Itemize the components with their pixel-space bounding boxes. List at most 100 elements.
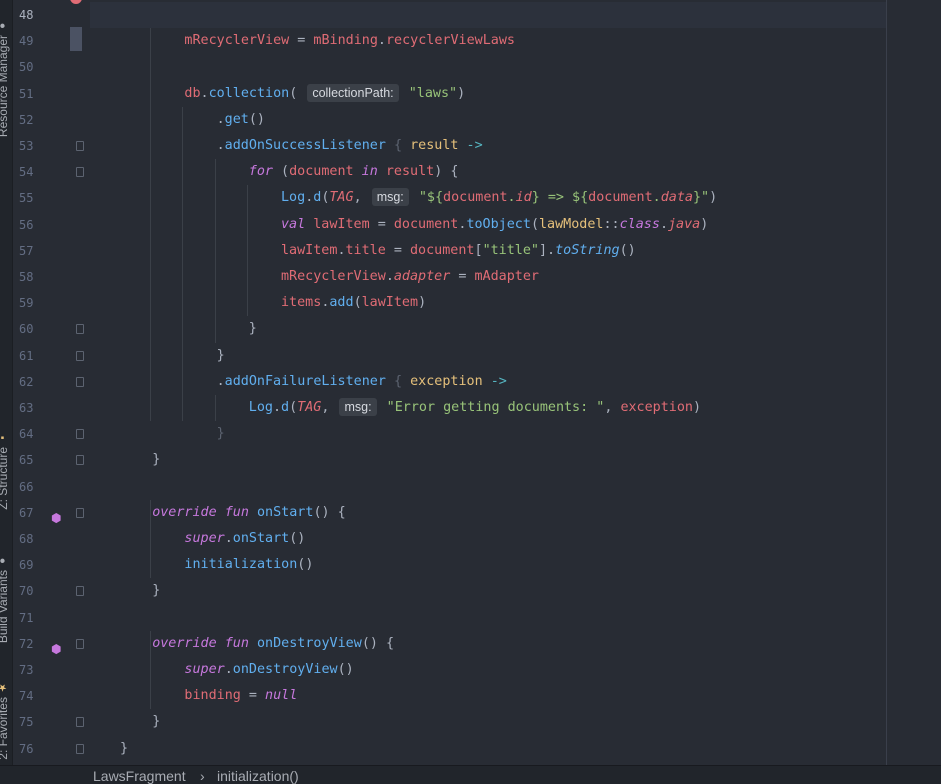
code-line[interactable]: db.collection( collectionPath: "laws") (184, 81, 465, 107)
gutter-line[interactable]: 67 ⬢ (13, 500, 90, 526)
code-token: toObject (466, 216, 531, 232)
fold-toggle-icon[interactable] (76, 638, 84, 649)
gutter-line[interactable]: 55 (13, 185, 90, 211)
gutter-line[interactable]: 69 (13, 552, 90, 578)
gutter-line[interactable]: 59 (13, 290, 90, 316)
fold-toggle-icon[interactable] (76, 376, 84, 387)
code-token: ) (709, 190, 718, 206)
code-token: . (507, 190, 516, 206)
code-line[interactable]: super.onDestroyView() (184, 657, 353, 683)
code-line[interactable]: } (249, 316, 257, 342)
gutter-line[interactable]: 65 (13, 447, 90, 473)
right-margin-divider (886, 0, 887, 765)
code-token: , (321, 400, 338, 415)
code-editor[interactable]: mAdapter= LawsAdapter(items)mRecyclerVie… (90, 0, 941, 765)
code-token: initialization (184, 557, 298, 573)
fold-toggle-icon[interactable] (76, 507, 84, 518)
code-line[interactable]: Log.d(TAG, msg: "${document.id} => ${doc… (281, 185, 717, 211)
code-token: in (361, 164, 378, 180)
gutter-line[interactable]: 56 (13, 212, 90, 238)
sidebar-tab-label: Z: Structure (0, 447, 10, 510)
code-line[interactable]: } (152, 578, 160, 604)
fold-toggle-icon[interactable] (76, 429, 84, 440)
code-token: () (297, 557, 314, 573)
gutter-line[interactable]: 71 (13, 605, 90, 631)
code-line[interactable]: .get() (217, 107, 265, 133)
code-line[interactable]: mRecyclerView = mBinding.recyclerViewLaw… (184, 28, 515, 54)
gutter-line[interactable]: 72 ⬢ (13, 631, 90, 657)
code-token: . (652, 190, 661, 206)
code-line[interactable]: binding = null (184, 683, 297, 709)
line-number: 49 (19, 34, 34, 49)
code-line[interactable]: .addOnFailureListener { exception -> (217, 369, 507, 395)
gutter-line[interactable]: 61 (13, 343, 90, 369)
tool-window-sidebar: Resource Manager ● Z: Structure ▪ Build Vari… (0, 0, 13, 783)
code-token: super (184, 531, 225, 546)
code-token: document (410, 242, 475, 258)
breadcrumb-item-function[interactable]: initialization() (217, 768, 299, 784)
code-token: :: (603, 216, 620, 232)
code-line[interactable]: lawItem.title = document["title"].toStri… (281, 238, 636, 264)
fold-toggle-icon[interactable] (76, 324, 84, 335)
fold-toggle-icon[interactable] (76, 141, 84, 151)
code-token: override (152, 635, 217, 651)
gutter-line[interactable]: 76 (13, 736, 90, 762)
code-line[interactable]: .addOnSuccessListener { result -> (217, 133, 483, 159)
gutter-line[interactable]: 53 (13, 133, 90, 159)
code-line[interactable]: val lawItem = document. toObject(lawModel… (281, 212, 708, 238)
gutter-line[interactable]: 63 (13, 395, 90, 421)
gutter-line[interactable]: 62 (13, 369, 90, 395)
gutter-line[interactable]: 50 (13, 54, 90, 80)
gutter-line[interactable]: 66 (13, 474, 90, 500)
gutter-line[interactable]: 48 (13, 2, 90, 28)
code-token: . (216, 373, 225, 389)
code-token: ( (289, 85, 306, 101)
gutter-line[interactable]: 51 (13, 81, 90, 107)
parameter-hint: msg: (371, 188, 409, 207)
code-token: , (604, 400, 621, 415)
breadcrumb-item-class[interactable]: LawsFragment (93, 768, 186, 784)
fold-toggle-icon[interactable] (76, 743, 84, 754)
code-line[interactable]: } (120, 736, 128, 762)
code-line[interactable]: } (152, 709, 160, 735)
code-line[interactable]: initialization() (184, 552, 313, 578)
code-token: "title" (482, 242, 539, 258)
code-line[interactable]: override fun onDestroyView() { (152, 631, 394, 657)
code-line[interactable]: } (217, 343, 225, 369)
fold-toggle-icon[interactable] (76, 717, 84, 728)
line-number: 51 (19, 86, 34, 101)
gutter-line[interactable]: 54 (13, 159, 90, 185)
fold-toggle-icon[interactable] (76, 167, 84, 178)
fold-toggle-icon[interactable] (76, 455, 84, 466)
gutter-line[interactable]: 64 (13, 421, 90, 447)
gutter-line[interactable]: 57 (13, 238, 90, 264)
gutter-line[interactable]: 68 (13, 526, 90, 552)
gutter-line[interactable]: 70 (13, 578, 90, 604)
code-line[interactable]: super.onStart() (184, 526, 305, 552)
gutter-line[interactable]: 49 (13, 28, 90, 54)
line-number: 52 (19, 112, 34, 127)
code-line[interactable]: override fun onStart() { (152, 500, 346, 526)
gutter-line[interactable]: 60 (13, 316, 90, 342)
gutter-line[interactable]: 52 (13, 107, 90, 133)
indent-guide (246, 185, 248, 317)
gutter-line[interactable]: 74 (13, 683, 90, 709)
code-line[interactable]: } (217, 421, 225, 447)
code-line[interactable]: } (152, 447, 160, 473)
code-line[interactable]: items.add(lawItem) (281, 290, 426, 316)
fold-toggle-icon[interactable] (76, 586, 84, 597)
gutter-line[interactable]: 58 (13, 264, 90, 290)
code-line[interactable]: for (document in result) { (249, 159, 459, 185)
code-line[interactable]: Log.d(TAG, msg: "Error getting documents… (249, 395, 701, 421)
code-token: () { (313, 504, 346, 520)
line-number: 53 (19, 139, 34, 153)
code-token: . (200, 85, 209, 101)
code-token: exception (410, 373, 483, 389)
line-number: 66 (19, 479, 34, 494)
code-line[interactable]: mRecyclerView.adapter = mAdapter (281, 264, 539, 290)
fold-toggle-icon[interactable] (76, 350, 84, 361)
gutter-line[interactable]: 75 (13, 709, 90, 735)
sidebar-tab-label: 2: Favorites (0, 697, 10, 760)
gutter-line[interactable]: 73 (13, 657, 90, 683)
